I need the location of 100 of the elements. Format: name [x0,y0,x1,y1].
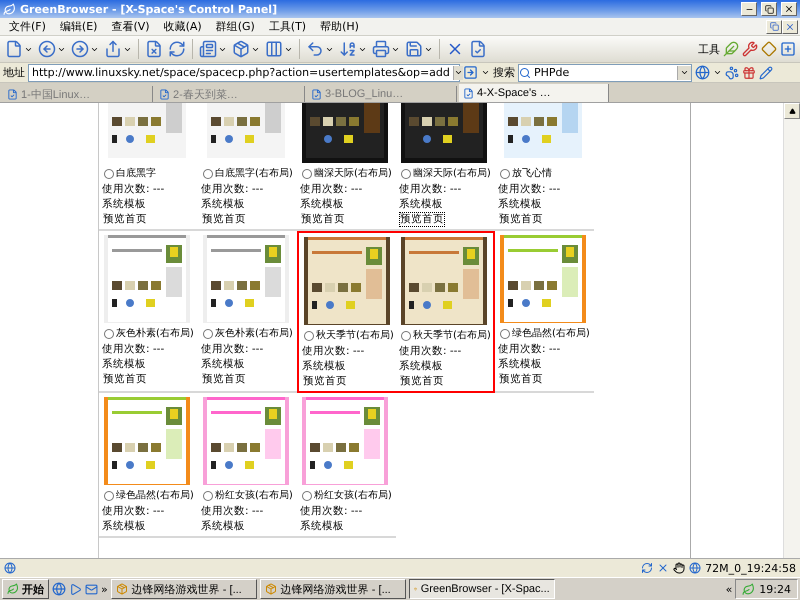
sort-icon [339,40,357,58]
taskbar-button[interactable]: GreenBrowser - [X-Spac... [408,579,555,599]
go-icon[interactable] [463,65,478,80]
paw-icon[interactable] [725,66,739,80]
preview-link[interactable]: 预览首页 [399,374,445,389]
template-type: 系统模板 [201,197,245,212]
close-button[interactable] [782,20,798,34]
feather-icon[interactable] [723,41,739,57]
search-icon [519,66,531,78]
menu-item[interactable]: 群组(G) [208,19,262,34]
radio-button[interactable] [203,328,213,338]
close-button[interactable] [781,2,797,16]
pencil-icon[interactable] [759,66,773,80]
document-check-icon [311,88,322,100]
dropdown-icon[interactable] [677,66,691,80]
diamond-icon[interactable] [761,41,777,57]
template-type: 系统模板 [498,197,542,212]
mail-icon[interactable] [85,582,98,596]
gift-icon[interactable] [742,66,756,80]
menu-item[interactable]: 帮助(H) [313,19,366,34]
preview-link[interactable]: 预览首页 [201,372,247,387]
document-check-icon [159,88,170,100]
dropdown-icon[interactable] [452,66,463,80]
leaf-icon [7,583,19,595]
radio-button[interactable] [401,330,411,340]
menu-item[interactable]: 工具(T) [262,19,314,34]
globe-icon[interactable] [689,562,702,574]
play-icon[interactable] [69,582,82,596]
taskbar-button[interactable]: 边锋网络游戏世界 - [... [260,579,406,599]
minimize-button[interactable] [741,2,757,16]
hand-icon[interactable] [673,562,686,574]
usage-count: 使用次数: --- [300,504,362,519]
share-icon [104,40,122,58]
template-name: 绿色晶然(右布局) [116,488,194,502]
box-icon [264,583,277,595]
print-icon [372,40,390,58]
search-label: 搜索 [493,65,515,80]
template-type: 系统模板 [302,359,346,374]
radio-button[interactable] [401,168,411,178]
clock: 19:24 [759,582,791,596]
usage-count: 使用次数: --- [201,182,264,197]
usage-count: 使用次数: --- [399,344,462,359]
search-field[interactable]: PHPde [518,64,692,82]
template-name: 秋天季节(右布局) [316,328,394,342]
preview-link[interactable]: 预览首页 [302,374,348,389]
usage-count: 使用次数: --- [102,504,164,519]
usage-count: 使用次数: --- [102,342,164,357]
plus-icon[interactable] [780,41,796,57]
document-check-icon [469,40,487,58]
wrench-icon[interactable] [742,41,758,57]
taskbar-button[interactable]: 边锋网络游戏世界 - [... [110,579,257,599]
radio-button[interactable] [302,490,312,500]
preview-link[interactable]: 预览首页 [102,372,148,387]
menu-item[interactable]: 收藏(A) [156,19,209,34]
radio-button[interactable] [104,328,114,338]
undo-icon [306,40,324,58]
radio-button[interactable] [203,168,213,178]
radio-button[interactable] [500,328,510,338]
preview-link[interactable]: 预览首页 [498,212,544,227]
radio-button[interactable] [203,490,213,500]
template-type: 系统模板 [102,357,146,372]
caret-icon[interactable] [713,68,722,77]
start-button[interactable]: 开始 [2,579,49,599]
refresh-icon[interactable] [641,562,654,574]
close-icon[interactable] [657,562,670,574]
preview-link[interactable]: 预览首页 [102,212,148,227]
news-icon [199,40,217,58]
restore-button[interactable] [761,2,777,16]
more-button[interactable]: » [101,582,108,596]
restore-button[interactable] [766,20,782,34]
close-icon [784,4,794,14]
preview-link[interactable]: 预览首页 [399,212,445,227]
radio-button[interactable] [500,168,510,178]
menu-item[interactable]: 文件(F) [2,19,53,34]
scrollbar[interactable] [783,103,800,558]
tab[interactable]: 4-X-Space's … [459,84,609,102]
radio-button[interactable] [104,490,114,500]
scroll-up-button[interactable] [784,103,800,119]
address-label: 地址 [3,65,25,80]
template-name: 绿色晶然(右布局) [512,326,590,340]
radio-button[interactable] [104,168,114,178]
menu-item[interactable]: 编辑(E) [52,19,104,34]
address-field[interactable]: http://www.linuxsky.net/space/spacecp.php?action=usertemplates&op=add [28,64,460,82]
globe-icon[interactable] [695,65,710,80]
usage-count: 使用次数: --- [399,182,462,197]
new-page-icon [5,40,23,58]
tray-expand-button[interactable]: « [726,582,732,596]
menu-item[interactable]: 查看(V) [104,19,157,34]
usage-count: 使用次数: --- [201,504,264,519]
template-name: 幽深天际(右布局) [314,166,392,180]
radio-button[interactable] [302,168,312,178]
usage-count: 使用次数: --- [498,342,560,357]
caret-icon[interactable] [481,68,490,77]
page-icon [4,562,16,574]
browser-icon[interactable] [52,582,66,596]
preview-link[interactable]: 预览首页 [300,212,346,227]
template-type: 系统模板 [102,519,146,534]
radio-button[interactable] [304,330,314,340]
preview-link[interactable]: 预览首页 [498,372,544,387]
preview-link[interactable]: 预览首页 [201,212,247,227]
